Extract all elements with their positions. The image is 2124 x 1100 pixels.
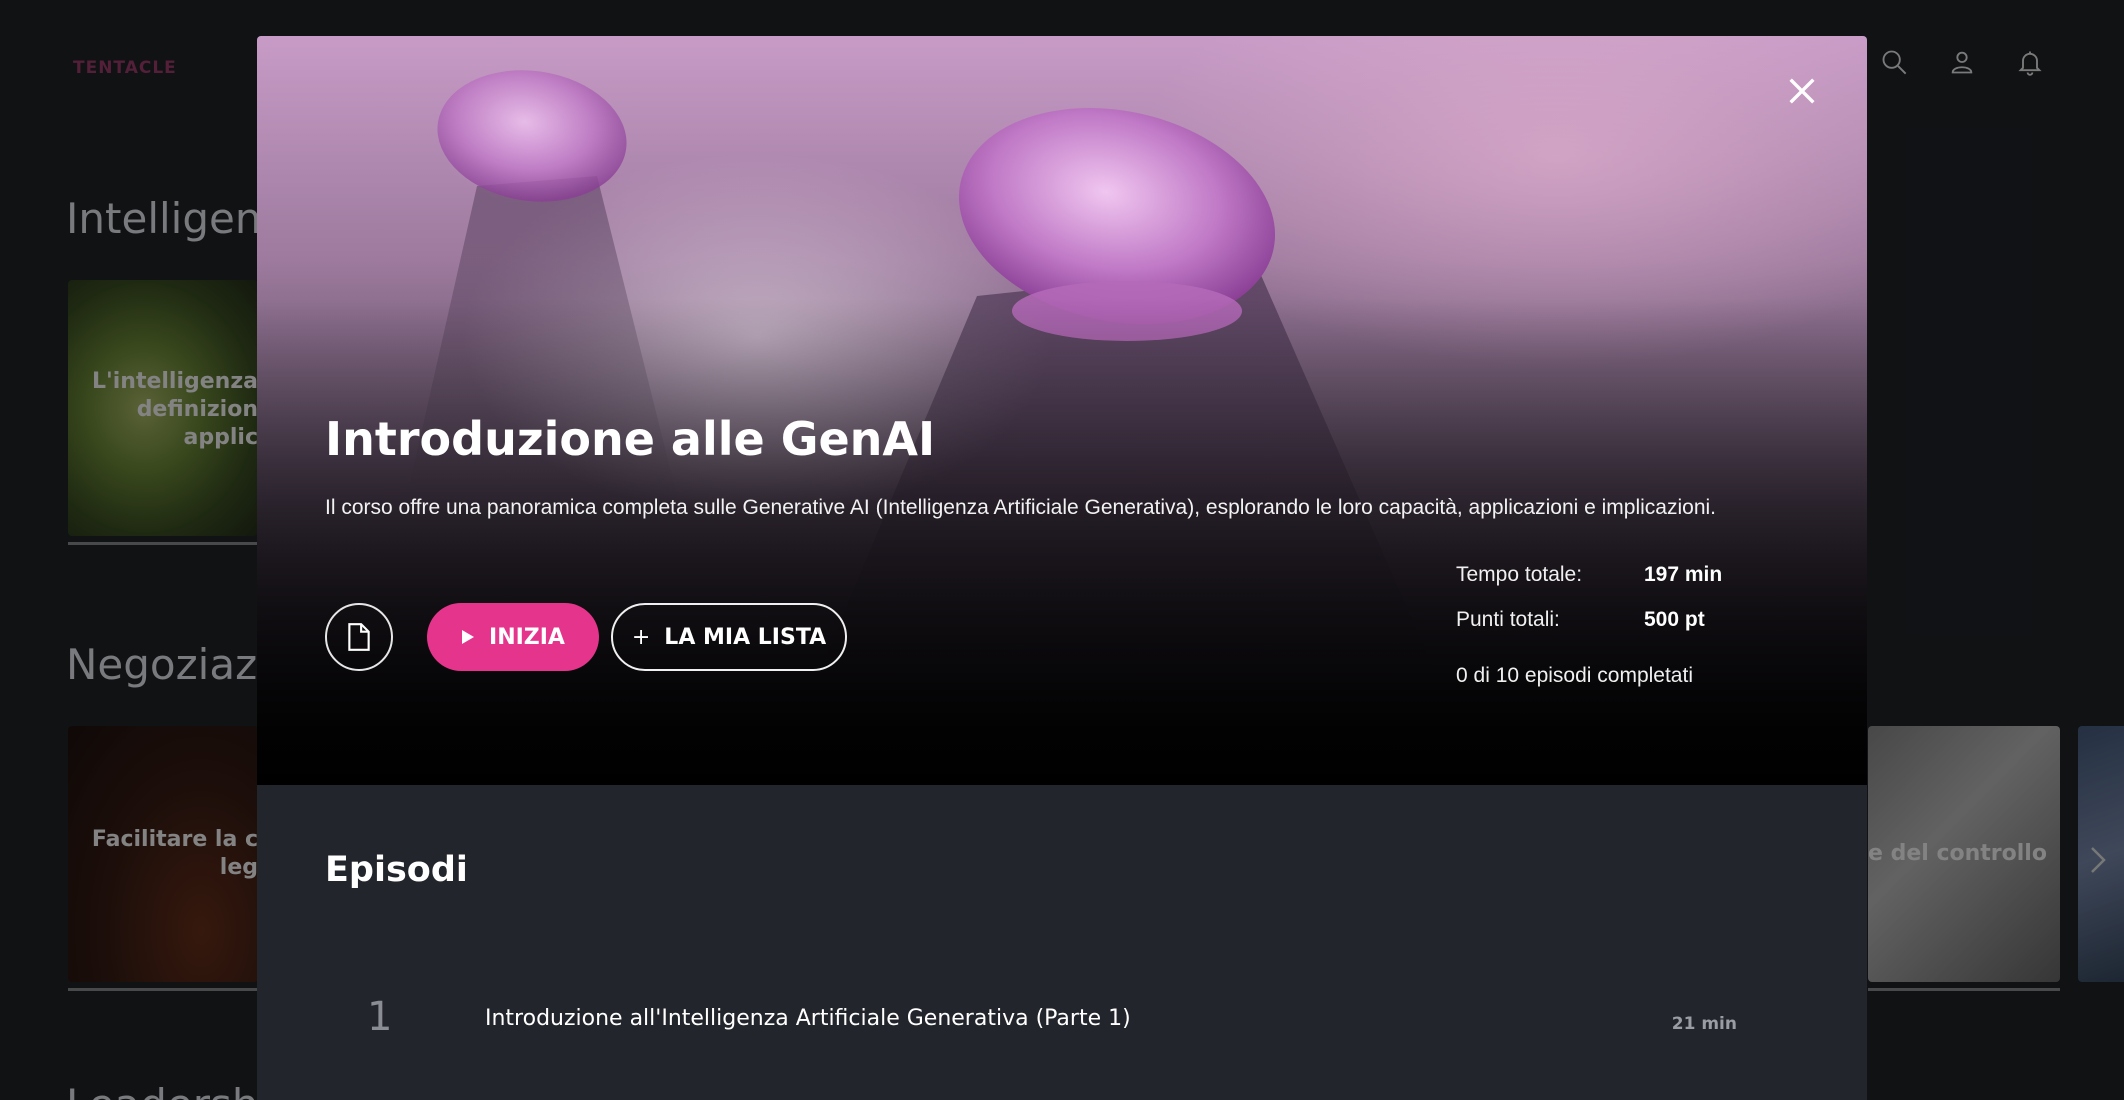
play-icon	[462, 630, 475, 644]
document-icon	[348, 623, 370, 651]
total-points-value: 500 pt	[1644, 607, 1705, 631]
total-time-row: Tempo totale: 197 min	[1456, 552, 1722, 597]
my-list-button-label: LA MIA LISTA	[664, 624, 827, 650]
close-icon[interactable]	[1785, 74, 1819, 108]
episodes-heading: Episodi	[325, 850, 468, 890]
plus-icon: +	[631, 624, 651, 650]
course-description: Il corso offre una panoramica completa s…	[325, 496, 1717, 519]
action-buttons: INIZIA + LA MIA LISTA	[325, 603, 847, 671]
episode-row[interactable]: 1 Introduzione all'Intelligenza Artifici…	[325, 994, 1737, 1054]
total-time-label: Tempo totale:	[1456, 562, 1583, 586]
course-detail-modal: Introduzione alle GenAI Il corso offre u…	[257, 36, 1867, 1100]
episode-duration: 21 min	[1671, 1014, 1737, 1034]
course-stats: Tempo totale: 197 min Punti totali: 500 …	[1456, 552, 1722, 688]
total-time-value: 197 min	[1644, 562, 1723, 586]
start-button[interactable]: INIZIA	[427, 603, 599, 671]
episode-title: Introduzione all'Intelligenza Artificial…	[485, 1006, 1131, 1031]
episode-number: 1	[367, 994, 393, 1040]
course-title: Introduzione alle GenAI	[325, 412, 936, 466]
episodes-progress: 0 di 10 episodi completati	[1456, 664, 1693, 687]
total-points-label: Punti totali:	[1456, 607, 1560, 631]
my-list-button[interactable]: + LA MIA LISTA	[611, 603, 847, 671]
start-button-label: INIZIA	[489, 624, 565, 650]
hero-image: Introduzione alle GenAI Il corso offre u…	[257, 36, 1867, 785]
total-points-row: Punti totali: 500 pt	[1456, 597, 1722, 642]
document-button[interactable]	[325, 603, 393, 671]
